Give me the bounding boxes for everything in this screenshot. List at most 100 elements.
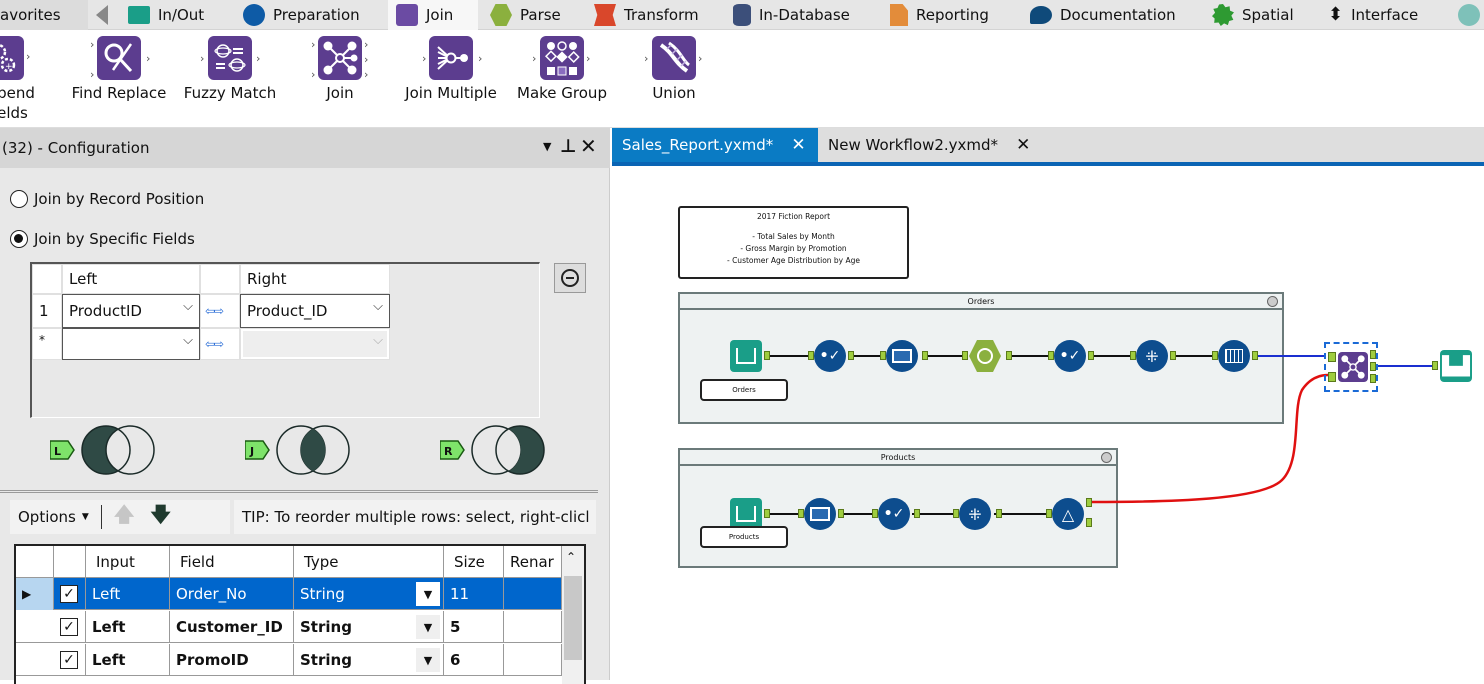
pin-icon[interactable]: ⊥ — [560, 136, 576, 157]
col-header-left: Left — [62, 264, 200, 294]
minus-circle-icon — [561, 269, 579, 287]
cell-field: Customer_ID — [170, 611, 294, 643]
tab-interface[interactable]: ⬍ Interface — [1328, 0, 1418, 30]
cell-type[interactable]: String ▼ — [294, 611, 444, 643]
tab-sales-report[interactable]: Sales_Report.yxmd* ✕ — [612, 128, 818, 162]
tab-transform[interactable]: Transform — [594, 0, 699, 30]
workflow-canvas[interactable]: 2017 Fiction Report - Total Sales by Mon… — [612, 170, 1484, 680]
cell-rename[interactable] — [504, 578, 562, 610]
close-tab-icon[interactable]: ✕ — [1016, 135, 1030, 155]
table-row[interactable]: ✓ Left Customer_ID String ▼ 5 — [16, 611, 562, 643]
left-field-select[interactable]: ProductID ⌵ — [62, 294, 200, 328]
chevron-down-icon: ⌵ — [373, 333, 383, 348]
tab-documentation[interactable]: Documentation — [1030, 0, 1176, 30]
gear-star-icon — [1212, 4, 1234, 26]
tool-find-replace[interactable]: › › › Find Replace — [72, 36, 166, 103]
remove-row-button[interactable] — [554, 263, 586, 293]
cell-type[interactable]: String ▼ — [294, 644, 444, 676]
tab-label: Interface — [1351, 6, 1419, 24]
scrollbar-thumb[interactable] — [564, 576, 582, 660]
right-join-venn[interactable]: R — [439, 424, 560, 476]
fuzzy-match-icon — [208, 36, 252, 80]
tab-in-database[interactable]: In-Database — [733, 0, 850, 30]
tool-append-fields[interactable]: + › pend elds — [0, 36, 35, 123]
tab-in-out[interactable]: In/Out — [128, 0, 204, 30]
splitter[interactable] — [0, 490, 598, 493]
tool-fuzzy-match[interactable]: › › Fuzzy Match — [184, 36, 276, 103]
row-checkbox[interactable]: ✓ — [60, 585, 78, 603]
tab-label: Sales_Report.yxmd* — [622, 136, 774, 154]
header-field[interactable]: Field — [170, 546, 294, 578]
row-checkbox[interactable]: ✓ — [60, 651, 78, 669]
tab-join[interactable]: Join — [388, 0, 478, 30]
scroll-up-icon[interactable]: ⌃ — [566, 550, 576, 564]
tab-preparation[interactable]: Preparation — [243, 0, 360, 30]
svg-text:+: + — [5, 62, 13, 72]
r-output-anchor[interactable] — [1370, 374, 1376, 383]
right-input-anchor[interactable] — [1328, 372, 1336, 382]
move-up-button[interactable]: 🡅 — [114, 500, 135, 534]
header-type[interactable]: Type — [294, 546, 444, 578]
tab-spatial[interactable]: Spatial — [1212, 0, 1294, 30]
left-join-venn[interactable]: L — [49, 424, 170, 476]
header-rename[interactable]: Renar — [504, 546, 562, 578]
select-value: ProductID — [69, 302, 142, 320]
checkbox-cell: ✓ — [54, 611, 86, 643]
caret-down-icon[interactable]: ▼ — [416, 648, 440, 672]
browse-tool[interactable]: ▙▟ — [1440, 350, 1472, 382]
tab-search[interactable] — [1458, 0, 1480, 30]
left-field-select-new[interactable]: ⌵ — [62, 328, 200, 360]
left-input-anchor[interactable] — [1328, 352, 1336, 362]
table-row[interactable]: ✓ Left PromoID String ▼ 6 — [16, 644, 562, 676]
table-row[interactable]: ▶ ✓ Left Order_No String ▼ 11 — [16, 578, 562, 610]
header-cell-arrow — [16, 546, 54, 578]
cell-size[interactable]: 6 — [444, 644, 504, 676]
tool-join[interactable]: › › › › › Join — [308, 36, 372, 103]
j-output-anchor[interactable] — [1370, 362, 1376, 371]
cell-type[interactable]: String ▼ — [294, 578, 444, 610]
radio-join-by-specific-fields[interactable]: Join by Specific Fields — [10, 230, 195, 248]
join-tool-selected[interactable] — [1324, 342, 1378, 392]
tool-union[interactable]: › › Union — [642, 36, 706, 103]
right-field-select[interactable]: Product_ID ⌵ — [240, 294, 390, 328]
arrows-header — [200, 264, 240, 294]
close-icon[interactable]: ✕ — [580, 134, 597, 158]
caret-down-icon: ▼ — [81, 512, 89, 522]
caret-down-icon[interactable]: ▼ — [416, 615, 440, 639]
options-menu-button[interactable]: Options ▼ — [18, 508, 89, 526]
input-anchor[interactable] — [1432, 361, 1438, 370]
radio-button[interactable] — [10, 230, 28, 248]
row-num-header — [32, 264, 62, 294]
tab-favorites[interactable]: avorites — [0, 0, 88, 30]
cell-rename[interactable] — [504, 611, 562, 643]
panel-title: (32) - Configuration — [2, 139, 150, 157]
tool-label: Union — [652, 84, 696, 102]
close-tab-icon[interactable]: ✕ — [791, 135, 805, 155]
cell-size[interactable]: 5 — [444, 611, 504, 643]
document-tabs: Sales_Report.yxmd* ✕ New Workflow2.yxmd*… — [612, 128, 1484, 166]
join-fields-grid: Left Right 1 ProductID ⌵ ⇦⇨ Product_ID ⌵… — [30, 262, 540, 418]
inner-join-venn[interactable]: J — [244, 424, 365, 476]
tab-new-workflow2[interactable]: New Workflow2.yxmd* ✕ — [818, 128, 1030, 162]
radio-join-by-record-position[interactable]: Join by Record Position — [10, 190, 204, 208]
move-down-button[interactable]: 🡇 — [150, 500, 171, 534]
tool-join-multiple[interactable]: › › Join Multiple — [400, 36, 502, 103]
header-size[interactable]: Size — [444, 546, 504, 578]
vertical-scrollbar[interactable]: ⌃ — [562, 546, 584, 684]
col-header-right: Right — [240, 264, 390, 294]
scroll-left-button[interactable] — [90, 0, 114, 30]
cell-input: Left — [86, 644, 170, 676]
header-input[interactable]: Input — [86, 546, 170, 578]
dropdown-icon[interactable]: ▼ — [543, 140, 551, 153]
cell-size[interactable]: 11 — [444, 578, 504, 610]
row-checkbox[interactable]: ✓ — [60, 618, 78, 636]
radio-button[interactable] — [10, 190, 28, 208]
row-pointer — [16, 644, 54, 676]
tab-parse[interactable]: Parse — [490, 0, 561, 30]
cell-rename[interactable] — [504, 644, 562, 676]
tab-reporting[interactable]: Reporting — [890, 0, 989, 30]
l-output-anchor[interactable] — [1370, 350, 1376, 359]
join-icon — [318, 36, 362, 80]
caret-down-icon[interactable]: ▼ — [416, 582, 440, 606]
tool-make-group[interactable]: › › Make Group — [514, 36, 610, 103]
